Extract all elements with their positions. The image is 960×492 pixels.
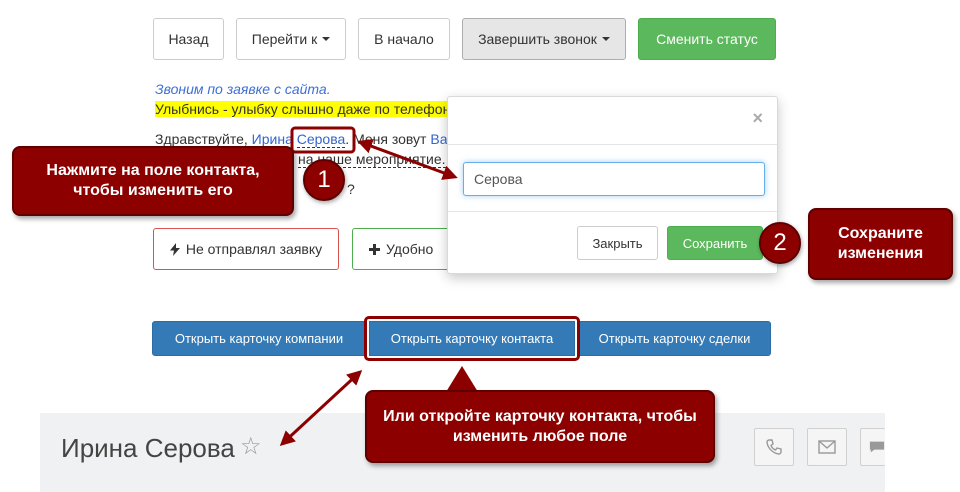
callout-save-changes-text: Сохраните изменения xyxy=(837,225,924,262)
callout-open-contact-card-text: Или откройте карточку контакта, чтобы из… xyxy=(383,407,697,445)
arrow-card-to-name xyxy=(279,369,363,447)
step-1-badge: 1 xyxy=(303,159,345,201)
step-2-badge: 2 xyxy=(759,222,801,264)
callout-open-contact-card: Или откройте карточку контакта, чтобы из… xyxy=(365,390,715,463)
arrow-name-to-input xyxy=(357,139,458,180)
callout-edit-field-text: Нажмите на поле контакта, чтобы изменить… xyxy=(46,162,260,199)
callout-save-changes: Сохраните изменения xyxy=(808,208,953,280)
last-name-highlight-frame xyxy=(290,126,356,154)
step-1-number: 1 xyxy=(317,166,331,193)
callout-pointer xyxy=(446,366,478,392)
step-2-number: 2 xyxy=(773,229,787,256)
callout-edit-field: Нажмите на поле контакта, чтобы изменить… xyxy=(12,146,294,216)
